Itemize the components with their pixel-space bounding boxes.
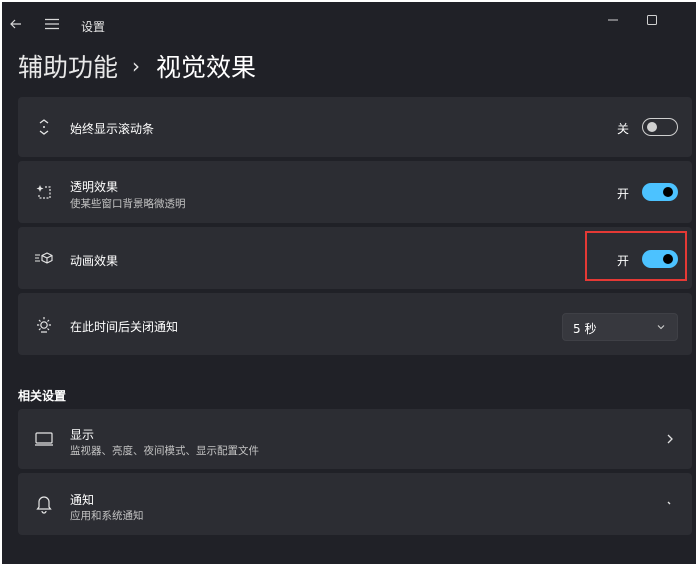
scrollbar-toggle[interactable] bbox=[642, 118, 678, 136]
red-highlight-box bbox=[585, 231, 687, 281]
minimize-button[interactable] bbox=[603, 12, 623, 28]
toggle-state-label: 关 bbox=[617, 122, 630, 136]
related-item-title: 显示 bbox=[70, 428, 95, 442]
page-title: 视觉效果 bbox=[156, 53, 257, 82]
dropdown-selected-value: 5 秒 bbox=[573, 322, 597, 336]
minimize-icon bbox=[608, 15, 618, 25]
transparency-toggle[interactable] bbox=[642, 183, 678, 201]
app-title: 设置 bbox=[81, 20, 106, 34]
related-item-subtitle: 监视器、亮度、夜间模式、显示配置文件 bbox=[70, 445, 259, 457]
transparency-icon bbox=[34, 182, 54, 202]
setting-subtitle: 使某些窗口背景略微透明 bbox=[70, 198, 186, 210]
related-item-subtitle: 应用和系统通知 bbox=[70, 510, 144, 522]
title-bar: 设置 bbox=[2, 2, 696, 42]
related-item-display[interactable]: 显示 监视器、亮度、夜间模式、显示配置文件 bbox=[18, 409, 692, 469]
menu-button[interactable] bbox=[42, 14, 62, 34]
hamburger-icon bbox=[45, 18, 59, 30]
back-arrow-icon bbox=[9, 17, 23, 31]
brightness-icon bbox=[34, 314, 54, 334]
related-item-notifications[interactable]: 通知 应用和系统通知 bbox=[18, 473, 692, 535]
setting-card-transparency: 透明效果 使某些窗口背景略微透明 开 bbox=[18, 161, 692, 223]
settings-window: 设置 辅助功能 › 视觉效果 始终显示滚动条 关 透明效果 使某些窗口背景略微透… bbox=[2, 2, 696, 564]
chevron-right-icon bbox=[664, 433, 676, 445]
breadcrumb-parent-link[interactable]: 辅助功能 bbox=[18, 48, 118, 84]
animation-icon bbox=[34, 248, 54, 268]
notification-timeout-dropdown[interactable]: 5 秒 bbox=[562, 313, 678, 341]
maximize-icon bbox=[647, 15, 657, 25]
setting-title: 透明效果 bbox=[70, 180, 119, 194]
maximize-button[interactable] bbox=[642, 12, 662, 28]
chevron-down-icon bbox=[655, 321, 667, 333]
related-settings-heading: 相关设置 bbox=[18, 389, 67, 403]
related-item-title: 通知 bbox=[70, 493, 95, 507]
bell-icon bbox=[34, 494, 54, 514]
setting-title: 动画效果 bbox=[70, 254, 119, 268]
breadcrumb-separator: › bbox=[132, 54, 141, 78]
setting-title: 始终显示滚动条 bbox=[70, 122, 155, 136]
display-icon bbox=[34, 429, 54, 449]
back-button[interactable] bbox=[6, 14, 26, 34]
toggle-state-label: 开 bbox=[617, 187, 630, 201]
setting-title: 在此时间后关闭通知 bbox=[70, 320, 179, 334]
setting-card-scrollbars: 始终显示滚动条 关 bbox=[18, 97, 692, 157]
breadcrumb: 辅助功能 › 视觉效果 bbox=[18, 46, 256, 86]
chevron-right-icon bbox=[664, 498, 676, 510]
scrollbar-icon bbox=[34, 117, 54, 137]
toggle-knob bbox=[647, 122, 657, 132]
toggle-knob bbox=[663, 187, 673, 197]
